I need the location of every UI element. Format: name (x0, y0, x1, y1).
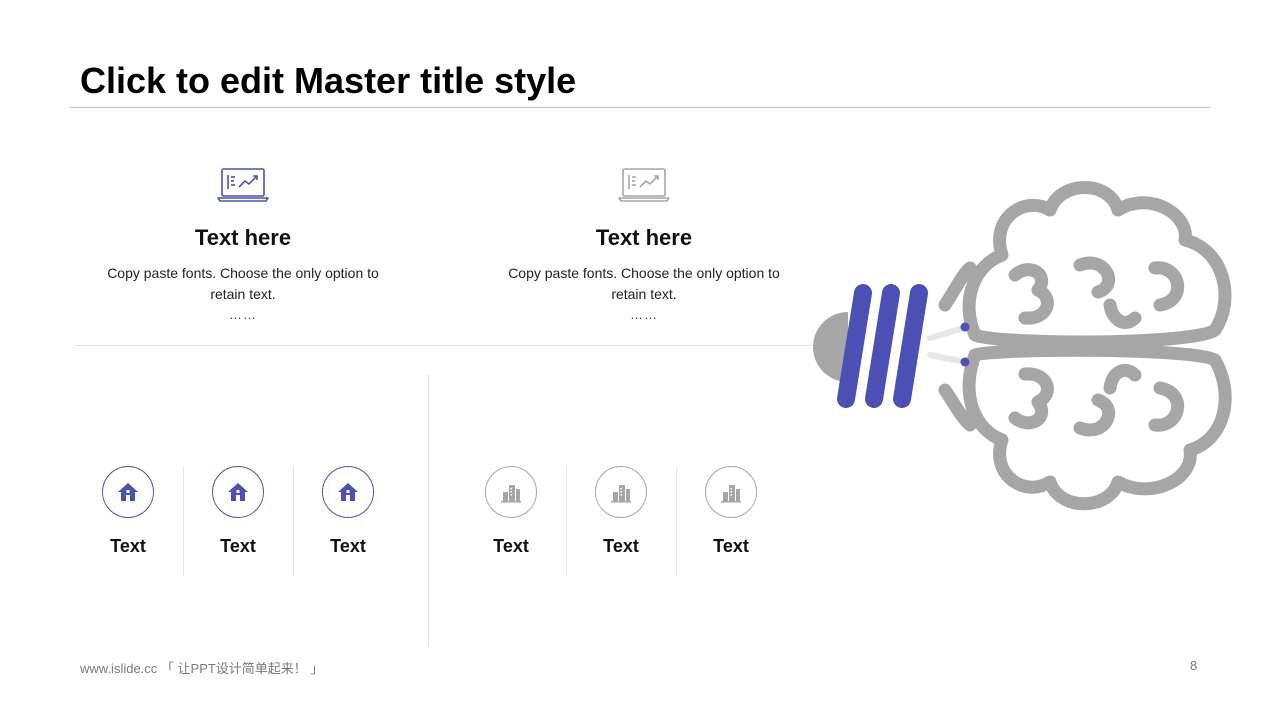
house-icon (338, 483, 358, 501)
item-label[interactable]: Text (293, 536, 403, 557)
icon-circle (212, 466, 264, 518)
feature-body[interactable]: Copy paste fonts. Choose the only option… (93, 263, 393, 305)
city-buildings-icon (721, 485, 741, 503)
item-label[interactable]: Text (183, 536, 293, 557)
feature-body[interactable]: Copy paste fonts. Choose the only option… (494, 263, 794, 305)
item-label[interactable]: Text (73, 536, 183, 557)
icon-item-house-2: Text (183, 466, 293, 557)
city-buildings-icon (611, 485, 631, 503)
icon-circle (705, 466, 757, 518)
feature-heading[interactable]: Text here (474, 225, 814, 251)
feature-ellipsis: …… (229, 307, 257, 322)
feature-block-2: Text here Copy paste fonts. Choose the o… (474, 165, 814, 322)
section-divider (75, 345, 835, 346)
feature-ellipsis: …… (630, 307, 658, 322)
item-label[interactable]: Text (456, 536, 566, 557)
city-buildings-icon (501, 485, 521, 503)
page-number: 8 (1190, 658, 1198, 673)
slide-title[interactable]: Click to edit Master title style (80, 60, 576, 102)
icon-circle (485, 466, 537, 518)
group-divider (428, 374, 429, 646)
footer-text: www.islide.cc 「 让PPT设计简单起来！ 」 (80, 661, 324, 676)
icon-item-building-2: Text (566, 466, 676, 557)
icon-circle (322, 466, 374, 518)
icon-item-house-1: Text (73, 466, 183, 557)
icon-item-house-3: Text (293, 466, 403, 557)
house-icon (228, 483, 248, 501)
laptop-chart-icon (618, 168, 670, 202)
item-label[interactable]: Text (676, 536, 786, 557)
item-label[interactable]: Text (566, 536, 676, 557)
feature-heading[interactable]: Text here (73, 225, 413, 251)
laptop-chart-icon (217, 168, 269, 202)
icon-circle (102, 466, 154, 518)
icon-item-building-3: Text (676, 466, 786, 557)
feature-block-1: Text here Copy paste fonts. Choose the o… (73, 165, 413, 322)
house-icon (118, 483, 138, 501)
title-divider (70, 107, 1210, 108)
brain-icon (813, 181, 1232, 511)
icon-circle (595, 466, 647, 518)
icon-item-building-1: Text (456, 466, 566, 557)
